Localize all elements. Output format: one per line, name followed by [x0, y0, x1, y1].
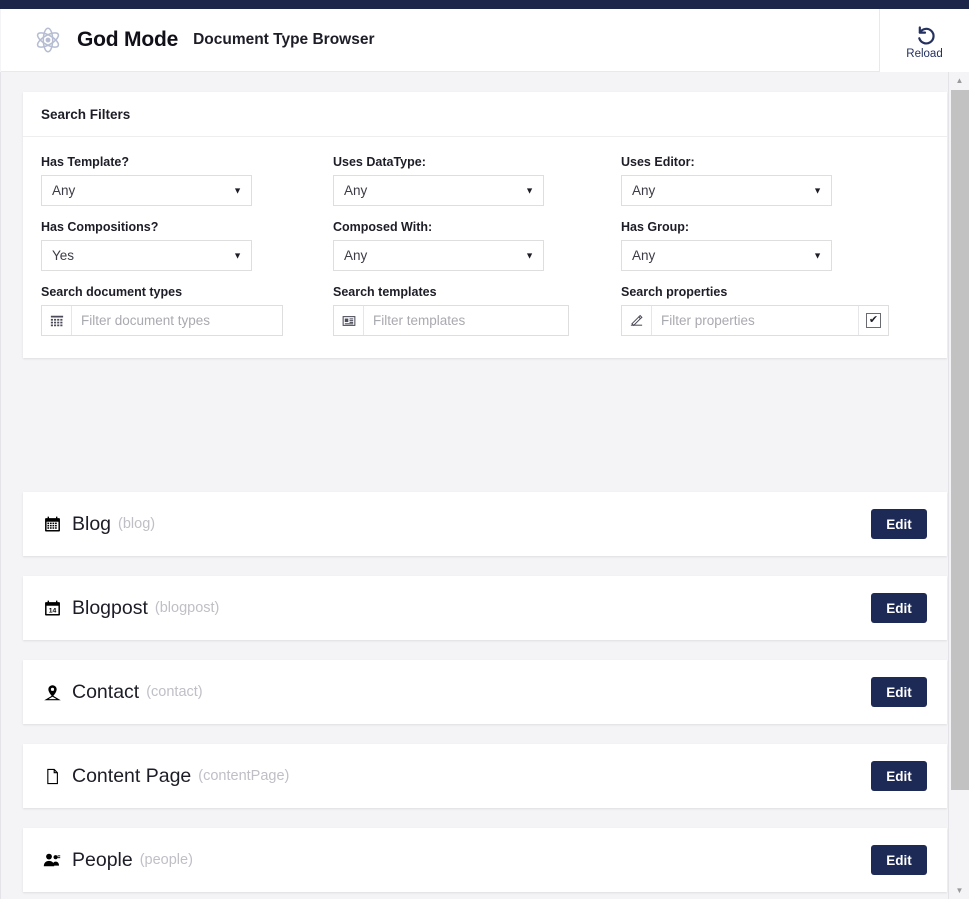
document-type-row-blog[interactable]: Blog (blog) Edit	[23, 492, 947, 556]
search-document-types-input[interactable]	[72, 306, 282, 335]
search-filters-body: Has Template? Any ▼ Uses DataType: Any ▼…	[23, 137, 947, 358]
edit-button[interactable]: Edit	[871, 845, 927, 875]
select-value: Any	[622, 248, 655, 263]
chevron-down-icon: ▼	[233, 251, 242, 260]
content-scroll-area: Search Filters Has Template? Any ▼ Uses …	[1, 72, 948, 899]
filter-label: Has Template?	[41, 155, 311, 169]
edit-button[interactable]: Edit	[871, 677, 927, 707]
document-type-row-contact[interactable]: Contact (contact) Edit	[23, 660, 947, 724]
document-type-name: Content Page	[72, 765, 191, 788]
search-filters-title: Search Filters	[41, 107, 130, 122]
page-subtitle: Document Type Browser	[193, 31, 374, 49]
grid-table-icon	[42, 306, 72, 335]
chevron-down-icon: ▼	[525, 251, 534, 260]
scrollbar-down-arrow-icon[interactable]: ▼	[949, 882, 969, 899]
chevron-down-icon: ▼	[813, 251, 822, 260]
uses-editor-select[interactable]: Any ▼	[621, 175, 832, 206]
reload-button[interactable]: Reload	[880, 9, 969, 72]
pencil-edit-icon	[622, 306, 652, 335]
app-root: God Mode Document Type Browser Reload Se…	[0, 0, 969, 899]
filter-group-has-compositions: Has Compositions? Yes ▼	[41, 206, 333, 271]
filter-group-search-templates: Search templates	[333, 271, 621, 336]
document-type-alias: (contentPage)	[198, 768, 289, 784]
map-pin-person-icon	[43, 683, 61, 701]
chevron-down-icon: ▼	[233, 186, 242, 195]
document-page-icon	[43, 767, 61, 785]
document-type-name: People	[72, 849, 133, 872]
filter-label: Has Group:	[621, 220, 907, 234]
edit-button[interactable]: Edit	[871, 761, 927, 791]
document-type-row-people[interactable]: People (people) Edit	[23, 828, 947, 892]
filter-group-uses-editor: Uses Editor: Any ▼	[621, 155, 929, 206]
select-value: Any	[42, 183, 75, 198]
search-filters-header: Search Filters	[23, 92, 947, 137]
filter-group-search-document-types: Search document types	[41, 271, 333, 336]
document-type-name: Blog	[72, 513, 111, 536]
app-header: God Mode Document Type Browser Reload	[1, 9, 969, 72]
document-type-alias: (blog)	[118, 516, 155, 532]
filter-label: Has Compositions?	[41, 220, 311, 234]
document-type-alias: (people)	[140, 852, 193, 868]
document-type-alias: (contact)	[146, 684, 202, 700]
page-title: God Mode	[77, 28, 178, 52]
chevron-down-icon: ▼	[813, 186, 822, 195]
vertical-scrollbar[interactable]: ▲ ▼	[948, 72, 969, 899]
search-templates-input[interactable]	[364, 306, 568, 335]
document-type-alias: (blogpost)	[155, 600, 219, 616]
filter-group-composed-with: Composed With: Any ▼	[333, 206, 621, 271]
search-document-types-wrap	[41, 305, 283, 336]
has-compositions-select[interactable]: Yes ▼	[41, 240, 252, 271]
has-group-select[interactable]: Any ▼	[621, 240, 832, 271]
search-properties-input[interactable]	[652, 306, 858, 335]
reload-label: Reload	[906, 48, 942, 60]
filter-group-uses-datatype: Uses DataType: Any ▼	[333, 155, 621, 206]
has-template-select[interactable]: Any ▼	[41, 175, 252, 206]
select-value: Any	[334, 183, 367, 198]
filter-group-has-template: Has Template? Any ▼	[41, 155, 333, 206]
svg-text:14: 14	[48, 607, 56, 614]
article-document-icon	[334, 306, 364, 335]
document-type-list: Blog (blog) Edit 14 Blogpost (blogpost) …	[23, 492, 947, 899]
filter-label: Search templates	[333, 285, 599, 299]
uses-datatype-select[interactable]: Any ▼	[333, 175, 544, 206]
filter-label: Uses DataType:	[333, 155, 599, 169]
document-type-row-content-page[interactable]: Content Page (contentPage) Edit	[23, 744, 947, 808]
search-properties-checkbox[interactable]: ✔	[866, 313, 881, 328]
edit-button[interactable]: Edit	[871, 593, 927, 623]
filter-label: Composed With:	[333, 220, 599, 234]
search-properties-wrap: ✔	[621, 305, 889, 336]
search-filters-panel: Search Filters Has Template? Any ▼ Uses …	[23, 92, 947, 358]
atom-icon	[29, 21, 67, 59]
edit-button[interactable]: Edit	[871, 509, 927, 539]
reload-icon	[912, 22, 937, 47]
document-type-row-blogpost[interactable]: 14 Blogpost (blogpost) Edit	[23, 576, 947, 640]
calendar-day-icon: 14	[43, 599, 61, 617]
calendar-grid-icon	[43, 515, 61, 533]
scrollbar-up-arrow-icon[interactable]: ▲	[949, 72, 969, 89]
filter-group-has-group: Has Group: Any ▼	[621, 206, 929, 271]
chevron-down-icon: ▼	[525, 186, 534, 195]
filter-group-search-properties: Search properties ✔	[621, 271, 929, 336]
filter-label: Search document types	[41, 285, 311, 299]
select-value: Any	[622, 183, 655, 198]
filter-label: Uses Editor:	[621, 155, 907, 169]
select-value: Any	[334, 248, 367, 263]
search-templates-wrap	[333, 305, 569, 336]
document-type-name: Blogpost	[72, 597, 148, 620]
composed-with-select[interactable]: Any ▼	[333, 240, 544, 271]
select-value: Yes	[42, 248, 74, 263]
search-properties-checkbox-wrap: ✔	[858, 306, 888, 335]
scrollbar-thumb[interactable]	[951, 90, 969, 790]
filter-label: Search properties	[621, 285, 907, 299]
users-group-icon	[43, 851, 61, 869]
top-accent-strip	[0, 0, 969, 9]
document-type-name: Contact	[72, 681, 139, 704]
